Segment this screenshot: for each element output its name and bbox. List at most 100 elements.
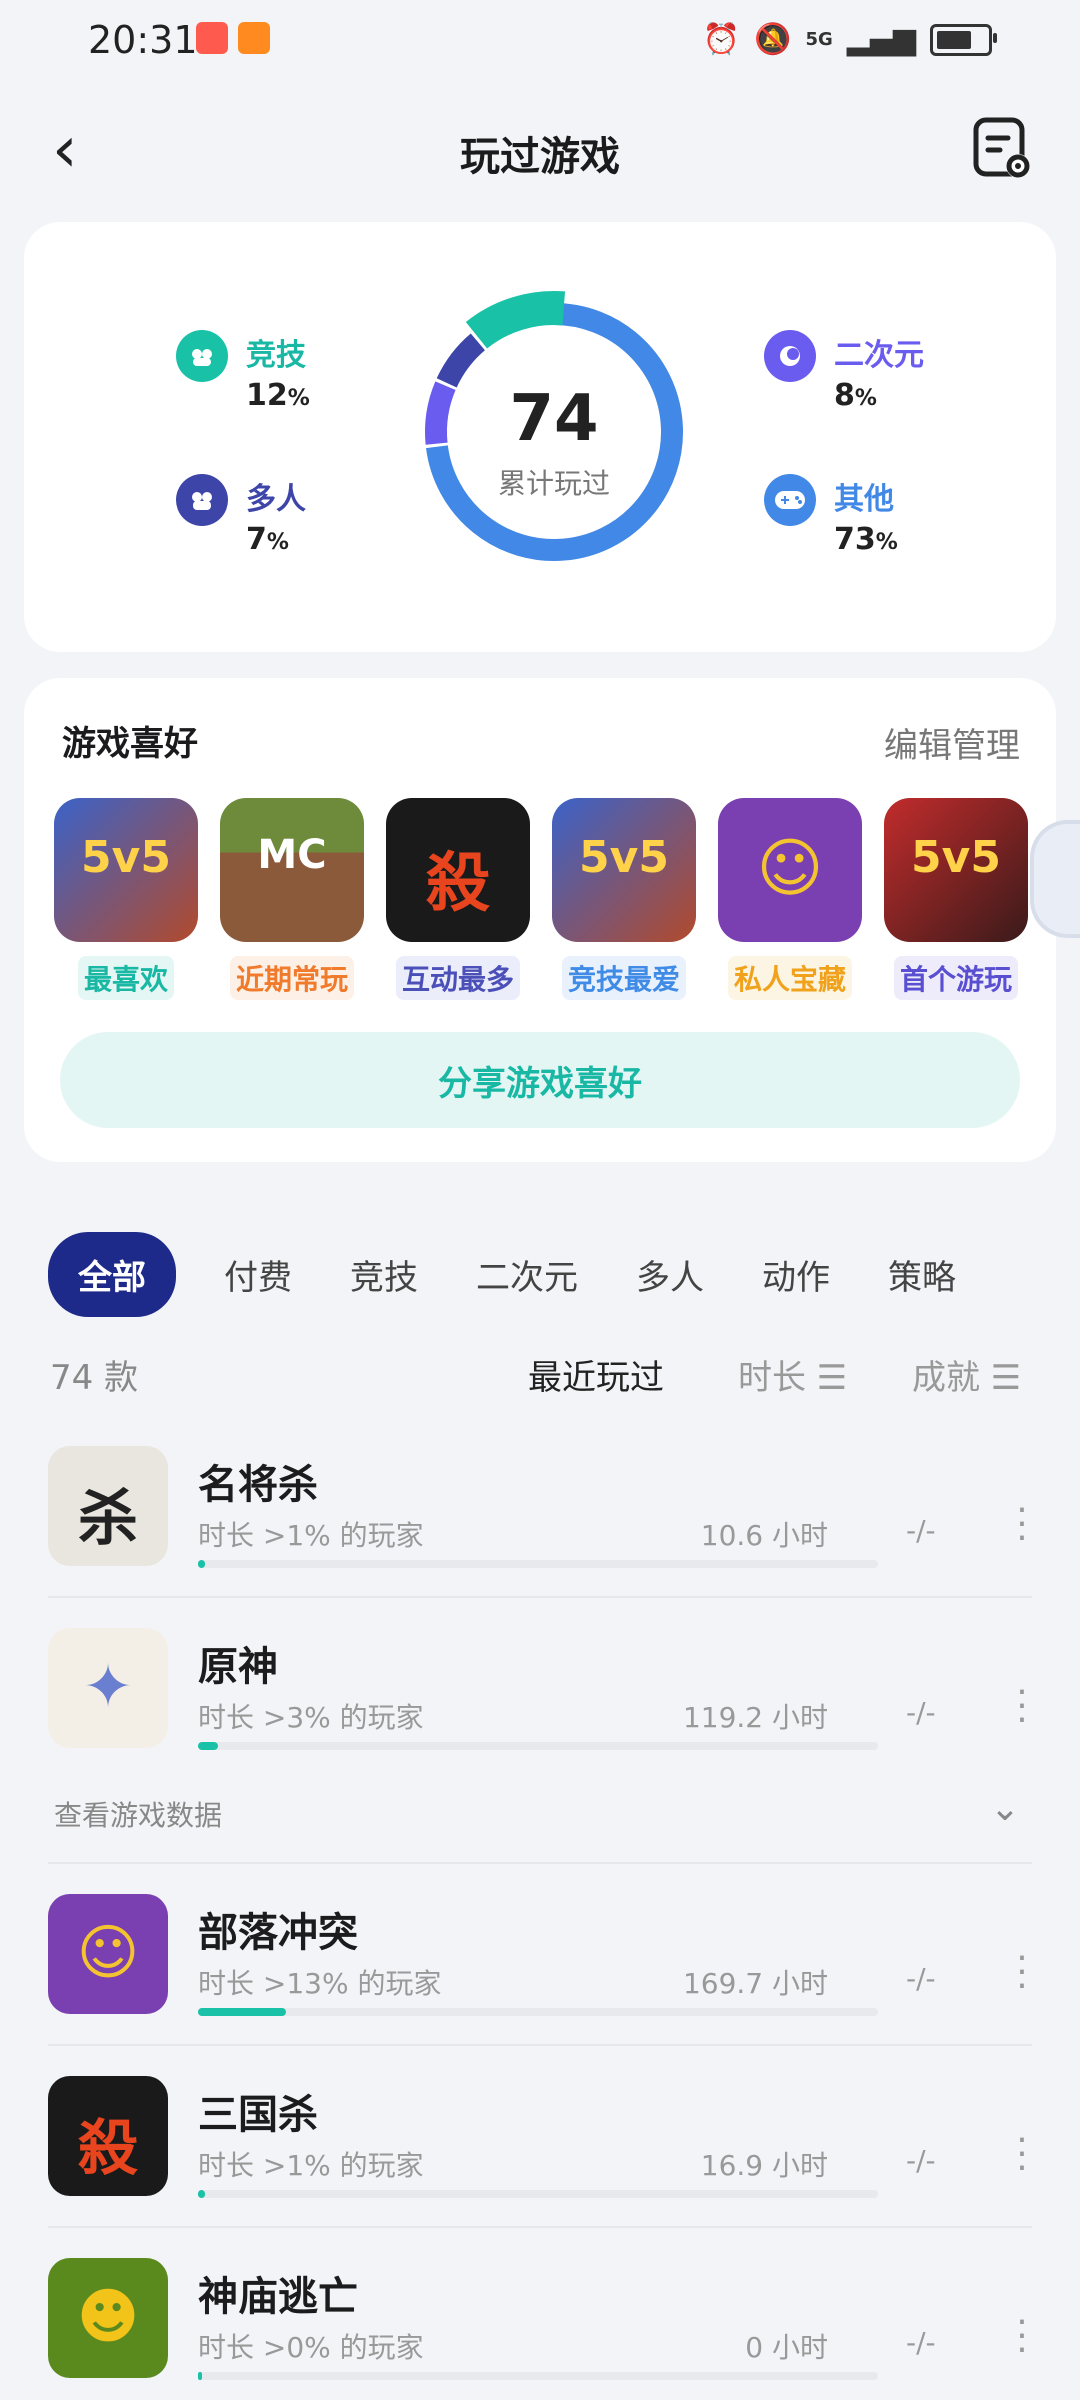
prefs-title: 游戏喜好 — [62, 724, 198, 764]
game-glyph: 5v5 — [81, 832, 171, 883]
donut-segment-多人 — [436, 333, 486, 388]
more-options-icon[interactable]: · · · — [1012, 1675, 1032, 1739]
tab-action[interactable]: 动作 — [762, 1250, 830, 1299]
tab-multiplayer[interactable]: 多人 — [636, 1250, 704, 1299]
game-list-item[interactable]: ☺ 部落冲突 时长 >13% 的玩家 169.7 小时 -/- · · · — [48, 1894, 1032, 2074]
divider — [48, 2226, 1032, 2228]
playtime-hours: 169.7 小时 — [682, 1967, 828, 2000]
pref-tag: 互动最多 — [395, 956, 520, 1000]
playtime-rank: 时长 >13% 的玩家 — [198, 1967, 442, 2000]
alarm-icon: ⏰ — [702, 22, 741, 57]
divider — [48, 2044, 1032, 2046]
header: ‹ 玩过游戏 — [0, 110, 1080, 190]
chevron-down-icon[interactable]: ⌄ — [990, 1788, 1020, 1829]
settings-icon[interactable] — [972, 116, 1032, 180]
game-name: 神庙逃亡 — [198, 2274, 358, 2320]
stat-value: 8% — [834, 378, 877, 413]
game-icon: 5v5 — [884, 798, 1028, 942]
playtime-rank: 时长 >0% 的玩家 — [198, 2331, 424, 2364]
app-notification-icon — [238, 22, 270, 54]
total-games-label: 累计玩过 — [497, 467, 610, 500]
stat-value: 73% — [834, 522, 898, 557]
game-glyph: 5v5 — [579, 832, 669, 883]
pref-tag: 首个游玩 — [893, 956, 1018, 1000]
divider — [48, 1596, 1032, 1598]
game-list-item[interactable]: ✦ 原神 时长 >3% 的玩家 119.2 小时 -/- · · · — [48, 1628, 1032, 1808]
achievements: -/- — [906, 2326, 936, 2359]
tab-paid[interactable]: 付费 — [224, 1250, 292, 1299]
preference-games: 5v5 最喜欢 MC 近期常玩 殺 互动最多 5v5 竞技最爱 ☺ 私人宝藏 5… — [54, 798, 1028, 1000]
playtime-bar — [198, 1742, 878, 1750]
more-options-icon[interactable]: · · · — [1012, 1493, 1032, 1557]
game-glyph: 杀 — [78, 1484, 138, 1554]
edit-manage-link[interactable]: 编辑管理 — [884, 718, 1020, 767]
playtime-bar-fill — [198, 2190, 205, 2198]
category-tabs: 全部 付费 竞技 二次元 多人 动作 策略 — [48, 1232, 1014, 1317]
game-preferences-card: 游戏喜好 编辑管理 5v5 最喜欢 MC 近期常玩 殺 互动最多 5v5 竞技最… — [24, 678, 1056, 1162]
game-icon: MC — [220, 798, 364, 942]
playtime-rank: 时长 >1% 的玩家 — [198, 1519, 424, 1552]
pref-game[interactable]: ☺ 私人宝藏 — [718, 798, 862, 1000]
sort-duration[interactable]: 时长 ☰ — [738, 1350, 847, 1399]
playtime-bar — [198, 2008, 878, 2016]
playtime-hours: 16.9 小时 — [700, 2149, 828, 2182]
game-count: 74 款 — [50, 1358, 139, 1398]
more-options-icon[interactable]: · · · — [1012, 2305, 1032, 2369]
playtime-rank: 时长 >3% 的玩家 — [198, 1701, 424, 1734]
game-icon: ☺ — [48, 1894, 168, 2014]
game-list-item[interactable]: ☻ 神庙逃亡 时长 >0% 的玩家 0 小时 -/- · · · — [48, 2258, 1032, 2388]
sort-recent[interactable]: 最近玩过 — [528, 1350, 664, 1399]
sort-achievements[interactable]: 成就 ☰ — [912, 1350, 1021, 1399]
game-name: 部落冲突 — [198, 1910, 358, 1956]
stat-anime[interactable]: 二次元 8% — [764, 330, 924, 413]
pref-game[interactable]: MC 近期常玩 — [220, 798, 364, 1000]
game-glyph: 殺 — [426, 847, 490, 921]
tab-anime[interactable]: 二次元 — [476, 1250, 578, 1299]
more-options-icon[interactable]: · · · — [1012, 2123, 1032, 2187]
game-list-item[interactable]: 杀 名将杀 时长 >1% 的玩家 10.6 小时 -/- · · · — [48, 1446, 1032, 1626]
floating-assistant-bubble[interactable] — [1030, 820, 1080, 938]
category-donut-chart: 74 累计玩过 — [404, 282, 704, 582]
game-icon: ☺ — [718, 798, 862, 942]
stat-value: 7% — [246, 522, 289, 557]
pref-game[interactable]: 5v5 首个游玩 — [884, 798, 1028, 1000]
achievements: -/- — [906, 1696, 936, 1729]
view-game-data-link[interactable]: 查看游戏数据 — [54, 1794, 222, 1834]
game-list-item[interactable]: 殺 三国杀 时长 >1% 的玩家 16.9 小时 -/- · · · — [48, 2076, 1032, 2256]
game-name: 名将杀 — [198, 1462, 318, 1508]
multiplayer-icon — [176, 474, 228, 526]
game-glyph: 5v5 — [911, 832, 1001, 883]
playtime-rank: 时长 >1% 的玩家 — [198, 2149, 424, 2182]
stat-competitive[interactable]: 竞技 12% — [176, 330, 310, 413]
game-glyph: ☺ — [76, 1918, 140, 1988]
network-label: 5G — [805, 29, 833, 50]
pref-game[interactable]: 殺 互动最多 — [386, 798, 530, 1000]
share-preferences-button[interactable]: 分享游戏喜好 — [60, 1032, 1020, 1128]
gamepad-icon — [764, 474, 816, 526]
stat-other[interactable]: 其他 73% — [764, 474, 898, 557]
pref-tag: 私人宝藏 — [727, 956, 852, 1000]
game-icon: 殺 — [48, 2076, 168, 2196]
playtime-hours: 119.2 小时 — [682, 1701, 828, 1734]
playtime-bar — [198, 1560, 878, 1568]
playtime-bar-fill — [198, 2372, 203, 2380]
game-glyph: ✦ — [82, 1652, 134, 1722]
anime-icon — [764, 330, 816, 382]
pref-game[interactable]: 5v5 最喜欢 — [54, 798, 198, 1000]
playtime-hours: 10.6 小时 — [700, 1519, 828, 1552]
pref-tag: 近期常玩 — [229, 956, 354, 1000]
status-bar: 20:31 ⏰ 🔕 5G ▂▄▆ — [0, 0, 1080, 80]
competitive-icon — [176, 330, 228, 382]
status-icons: ⏰ 🔕 5G ▂▄▆ — [702, 22, 997, 57]
stat-name: 竞技 — [246, 338, 306, 373]
pref-game[interactable]: 5v5 竞技最爱 — [552, 798, 696, 1000]
game-glyph: 殺 — [78, 2114, 138, 2184]
stat-multiplayer[interactable]: 多人 7% — [176, 474, 306, 557]
game-glyph: MC — [257, 832, 327, 878]
tab-strategy[interactable]: 策略 — [888, 1250, 956, 1299]
playtime-bar-fill — [198, 1742, 219, 1750]
tab-all[interactable]: 全部 — [48, 1232, 176, 1317]
more-options-icon[interactable]: · · · — [1012, 1941, 1032, 2005]
tab-competitive[interactable]: 竞技 — [350, 1250, 418, 1299]
signal-icon: ▂▄▆ — [846, 22, 916, 57]
